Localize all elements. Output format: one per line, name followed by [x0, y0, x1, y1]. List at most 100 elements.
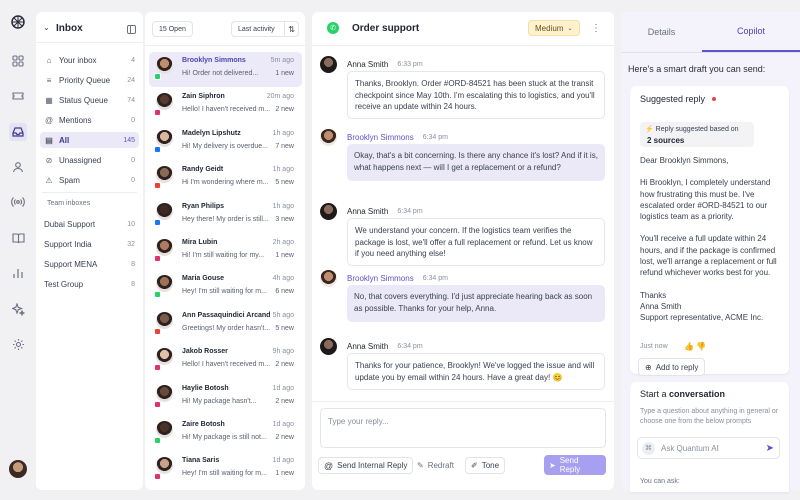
team-support-india[interactable]: Support India 32	[40, 236, 139, 252]
draft-body: Dear Brooklyn Simmons, Hi Brooklyn, I co…	[640, 155, 783, 324]
message-preview: Hello! I haven't received m...	[182, 106, 271, 114]
message-preview: Hi! I'm still waiting for my...	[182, 252, 265, 259]
message-preview: Hi! Order not delivered...	[182, 70, 259, 77]
attach-icon[interactable]: ⌘	[642, 441, 655, 455]
contact-name: Jakob Rosser	[182, 348, 228, 356]
broadcast-icon[interactable]	[11, 195, 25, 209]
button-label: Add to reply	[655, 362, 699, 372]
nav-count: 74	[127, 96, 135, 104]
sort-dropdown[interactable]: Last activity ⇅	[231, 21, 299, 37]
inbox-icon[interactable]	[9, 123, 27, 141]
message-time: 6:34 pm	[397, 343, 423, 350]
message-bubble: No, that covers everything. I'd just app…	[347, 285, 605, 322]
nav-all[interactable]: ▤ All 145	[40, 132, 139, 148]
ticket-icon[interactable]	[11, 89, 25, 103]
user-icon[interactable]	[11, 160, 25, 174]
conversation-item[interactable]: Jakob Rosser Hello! I haven't received m.…	[149, 343, 302, 378]
tab-details[interactable]: Details	[621, 12, 702, 52]
new-count: 2 new	[275, 361, 294, 369]
nav-status-queue[interactable]: ▦ Status Queue 74	[40, 92, 139, 108]
thumbs-down-icon[interactable]: 👎	[696, 342, 706, 351]
sources-chip[interactable]: ⚡ Reply suggested based on 2 sources	[640, 122, 754, 147]
open-filter[interactable]: 15 Open	[152, 21, 193, 37]
contact-name: Zain Siphron	[182, 93, 225, 101]
priority-dropdown[interactable]: Medium ⌄	[528, 20, 580, 36]
mention-icon: @	[44, 115, 54, 125]
new-count: 1 new	[275, 470, 294, 478]
status-dot	[712, 97, 716, 101]
conversation-item[interactable]: Ryan Philips Hey there! My order is still…	[149, 198, 302, 233]
send-internal-reply-button[interactable]: @ Send Internal Reply	[318, 457, 414, 474]
send-icon: ➤	[549, 460, 556, 470]
send-reply-button[interactable]: ➤ Send Reply	[544, 455, 606, 475]
gmail-icon	[154, 327, 161, 335]
suggested-reply-card: Suggested reply ⚡ Reply suggested based …	[630, 86, 789, 376]
message-time: 5m ago	[270, 57, 294, 64]
book-icon[interactable]	[11, 231, 25, 245]
nav-count: 4	[131, 56, 135, 64]
chat-panel: ✆ Order support Medium ⌄ ⋮ Anna Smith 6:33…	[312, 12, 614, 490]
ask-ai-input[interactable]: ⌘ Ask Quantum AI ➤	[637, 437, 780, 459]
team-dubai-support[interactable]: Dubai Support 10	[40, 216, 139, 232]
avatar	[156, 311, 173, 329]
new-count: 2 new	[275, 106, 294, 114]
conversation-item[interactable]: Randy Geidt Hi I'm wondering where m... 1h…	[149, 161, 302, 196]
chart-icon[interactable]	[11, 266, 25, 280]
conversation-item[interactable]: Haylie Botosh Hi! My package hasn't... 1d …	[149, 380, 302, 415]
sort-icon[interactable]: ⇅	[284, 22, 298, 36]
redraft-button[interactable]: ✎ Redraft	[412, 457, 459, 474]
team-test-group[interactable]: Test Group 8	[40, 276, 139, 292]
nav-label: Priority Queue	[59, 75, 111, 85]
gmail-icon	[154, 182, 161, 190]
redraft-icon: ✎	[417, 461, 424, 470]
nav-spam[interactable]: ⚠ Spam 0	[40, 172, 139, 188]
message-preview: Hi! My package hasn't...	[182, 397, 257, 405]
avatar	[156, 129, 173, 147]
add-to-reply-button[interactable]: ⊕ Add to reply	[638, 358, 706, 376]
new-count: 3 new	[275, 215, 294, 223]
settings-icon[interactable]	[11, 337, 25, 351]
nav-count: 145	[123, 136, 135, 144]
avatar	[156, 93, 173, 111]
collapse-sidebar-icon[interactable]	[127, 25, 136, 34]
message-author: Brooklyn Simmons	[347, 274, 414, 283]
avatar	[156, 348, 173, 366]
new-count: 5 new	[275, 324, 294, 332]
tone-button[interactable]: ✐ Tone	[465, 457, 506, 474]
tab-copilot[interactable]: Copilot	[702, 12, 800, 52]
conversation-list: 15 Open Last activity ⇅ Brooklyn Simmons…	[145, 12, 305, 490]
at-icon: @	[324, 460, 334, 471]
inbox-panel: ⌄ Inbox ⌂ Your inbox 4 ≡ Priority Queue 24 ▦…	[36, 12, 143, 490]
conversation-item[interactable]: Ann Passaquindici Arcand Greetings! My or…	[149, 307, 302, 342]
conversation-item[interactable]: Mira Lubin Hi! I'm still waiting for my..…	[149, 234, 302, 269]
nav-priority-queue[interactable]: ≡ Priority Queue 24	[40, 72, 139, 88]
grid-icon[interactable]	[11, 54, 25, 68]
conversation-item[interactable]: Tiana Saris Hey! I'm still waiting for m.…	[149, 452, 302, 487]
sparkle-icon[interactable]	[11, 302, 25, 316]
team-label: Support MENA	[44, 259, 98, 269]
nav-your-inbox[interactable]: ⌂ Your inbox 4	[40, 52, 139, 68]
team-inboxes-label: Team inboxes	[47, 200, 91, 207]
conversation-item[interactable]: Zaire Botosh Hi! My package is still not.…	[149, 416, 302, 451]
conversation-item[interactable]: Madelyn Lipshutz Hi! My delivery is overd…	[149, 125, 302, 160]
logo-icon[interactable]	[11, 15, 25, 29]
thumbs-up-icon[interactable]: 👍	[684, 342, 694, 351]
reply-input[interactable]: Type your reply...	[320, 408, 606, 448]
message-preview: Hi! My package is still not...	[182, 434, 267, 441]
message-author: Brooklyn Simmons	[347, 133, 414, 142]
team-support-mena[interactable]: Support MENA 8	[40, 256, 139, 272]
chevron-down-icon[interactable]: ⌄	[43, 23, 50, 32]
user-avatar[interactable]	[9, 460, 27, 478]
conversation-item[interactable]: Zain Siphron Hello! I haven't received m.…	[149, 88, 302, 123]
nav-unassigned[interactable]: ⊘ Unassigned 0	[40, 152, 139, 168]
send-arrow-icon[interactable]: ➤	[766, 443, 774, 454]
nav-label: Unassigned	[59, 155, 102, 165]
more-options-icon[interactable]: ⋮	[591, 23, 601, 34]
whatsapp-icon: ✆	[327, 22, 339, 34]
whatsapp-icon	[154, 291, 161, 299]
contact-name: Randy Geidt	[182, 166, 224, 174]
conversation-item[interactable]: Brooklyn Simmons Hi! Order not delivered.…	[149, 52, 302, 87]
nav-mentions[interactable]: @ Mentions 0	[40, 112, 139, 128]
conversation-item[interactable]: Maria Gouse Hey! I'm still waiting for m.…	[149, 270, 302, 305]
contact-name: Madelyn Lipshutz	[182, 129, 241, 137]
